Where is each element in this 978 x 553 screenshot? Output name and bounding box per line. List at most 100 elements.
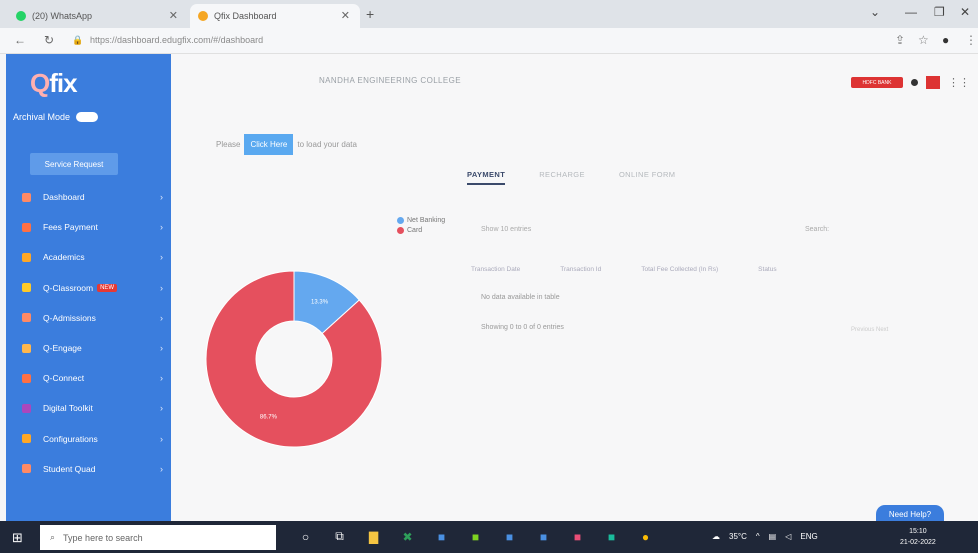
app-icon[interactable]: ■ [430,525,453,548]
chevron-down-icon[interactable]: ⌄ [870,5,880,19]
chevron-right-icon: › [160,312,163,323]
sidebar-item-fees-payment[interactable]: Fees Payment › [6,212,171,242]
star-icon[interactable]: ☆ [918,33,929,47]
app-icon[interactable]: ■ [600,525,623,548]
column-header[interactable]: Transaction Id [560,266,601,273]
legend-label: Card [407,227,423,234]
donut-slice-label: 86.7% [260,415,278,421]
weather-temp[interactable]: 35°C [729,532,747,541]
payment-donut-chart: 13.3% 86.7% [205,270,383,448]
sidebar-item-student-quad[interactable]: Student Quad › [6,454,171,484]
chart-legend: Net Banking Card [397,217,445,237]
sidebar-item-q-connect[interactable]: Q-Connect › [6,363,171,393]
sidebar: Qfix Archival Mode Service Request Dashb… [6,54,171,521]
sidebar-item-label: Fees Payment [43,222,98,233]
file-explorer-icon[interactable]: ▇ [362,525,385,548]
language-indicator[interactable]: ENG [800,532,817,541]
browser-tab-whatsapp[interactable]: (20) WhatsApp ✕ [8,4,188,28]
profile-icon[interactable]: ● [942,33,949,47]
tab-title: Qfix Dashboard [214,11,277,21]
notice-suffix: to load your data [297,140,357,149]
sidebar-item-q-classroom[interactable]: Q-Classroom NEW › [6,273,171,303]
click-here-button[interactable]: Click Here [244,134,294,155]
legend-item-card[interactable]: Card [397,227,445,234]
sidebar-item-label: Q-Admissions [43,312,96,323]
chevron-right-icon: › [160,373,163,384]
minimize-icon[interactable]: — [905,5,917,19]
browser-tab-qfix[interactable]: Qfix Dashboard ✕ [190,4,360,28]
lock-icon: 🔒 [72,35,84,45]
close-icon[interactable]: ✕ [341,9,350,22]
search-icon: ⌕ [50,532,56,542]
menu-item-icon [22,373,31,383]
app-icon[interactable]: ■ [464,525,487,548]
chevron-right-icon: › [160,463,163,474]
network-icon[interactable]: ▤ [769,532,777,541]
sidebar-item-configurations[interactable]: Configurations › [6,424,171,454]
app-icon[interactable]: ■ [532,525,555,548]
app-icon[interactable]: ■ [498,525,521,548]
back-icon[interactable]: ← [14,33,26,47]
legend-swatch [397,227,404,234]
bank-badge[interactable]: HDFC BANK [851,77,903,88]
menu-icon[interactable]: ⋮ [965,33,977,47]
url-field[interactable]: https://dashboard.edugfix.com/#/dashboar… [90,35,263,45]
show-entries-select[interactable]: Show 10 entries [481,226,531,233]
close-window-icon[interactable]: ✕ [960,5,970,19]
sidebar-item-q-engage[interactable]: Q-Engage › [6,333,171,363]
apps-grid-icon[interactable]: ⋮⋮ [948,76,970,89]
sidebar-item-q-admissions[interactable]: Q-Admissions › [6,303,171,333]
close-icon[interactable]: ✕ [169,9,178,22]
sidebar-item-digital-toolkit[interactable]: Digital Toolkit › [6,393,171,423]
tab-online-form[interactable]: ONLINE FORM [619,170,676,185]
whatsapp-icon [16,11,26,21]
chrome-icon[interactable]: ● [634,525,657,548]
archival-mode-toggle[interactable] [76,112,99,122]
chevron-right-icon: › [160,403,163,414]
browser-tab-strip: (20) WhatsApp ✕ Qfix Dashboard ✕ + ⌄ — ❐… [0,0,978,28]
share-icon[interactable]: ⇪ [895,33,905,47]
tab-recharge[interactable]: RECHARGE [539,170,585,185]
table-info: Showing 0 to 0 of 0 entries [481,324,564,331]
table-search[interactable]: Search: [805,226,829,233]
volume-icon[interactable]: ◁ [785,532,791,541]
notification-icon[interactable] [911,79,918,86]
restore-icon[interactable]: ❐ [934,5,945,19]
legend-item-net-banking[interactable]: Net Banking [397,217,445,224]
excel-icon[interactable]: ✖ [396,525,419,548]
reload-icon[interactable]: ↻ [44,33,54,47]
cortana-icon[interactable]: ○ [294,525,317,548]
sidebar-item-label: Student Quad [43,463,96,474]
transaction-tabs: PAYMENT RECHARGE ONLINE FORM [467,170,675,185]
sidebar-item-label: Configurations [43,433,98,444]
weather-icon[interactable]: ☁ [712,532,720,541]
menu-item-icon [22,313,31,323]
column-header[interactable]: Total Fee Collected (In Rs) [641,266,718,273]
qfix-logo[interactable]: Qfix [30,68,78,99]
taskbar-search-placeholder: Type here to search [63,532,143,543]
taskbar-search[interactable]: ⌕ Type here to search [40,525,276,550]
college-name: NANDHA ENGINEERING COLLEGE [319,76,461,85]
new-tab-icon[interactable]: + [366,6,374,22]
tray-chevron-icon[interactable]: ^ [756,532,760,541]
archival-mode-label: Archival Mode [13,112,71,122]
column-header[interactable]: Status [758,266,776,273]
windows-start-icon[interactable]: ⊞ [12,530,23,546]
sidebar-item-label: Academics [43,252,85,263]
sidebar-item-academics[interactable]: Academics › [6,242,171,272]
sidebar-item-dashboard[interactable]: Dashboard › [6,182,171,212]
table-pager[interactable]: Previous Next [851,327,888,333]
legend-swatch [397,217,404,224]
table-controls: Show 10 entries Search: [481,226,961,233]
service-request-button[interactable]: Service Request [30,153,118,175]
task-view-icon[interactable]: ⧉ [328,525,351,548]
pdf-icon[interactable] [926,76,940,89]
app-icon[interactable]: ■ [566,525,589,548]
tab-payment[interactable]: PAYMENT [467,170,506,185]
taskbar-clock[interactable]: 15:10 21-02-2022 [900,526,936,548]
table-header: Transaction Date Transaction Id Total Fe… [471,266,777,273]
sidebar-item-label: Digital Toolkit [43,403,93,414]
new-badge: NEW [97,283,118,292]
column-header[interactable]: Transaction Date [471,266,520,273]
sidebar-menu: Dashboard › Fees Payment › Academics › Q-Class… [6,182,171,484]
